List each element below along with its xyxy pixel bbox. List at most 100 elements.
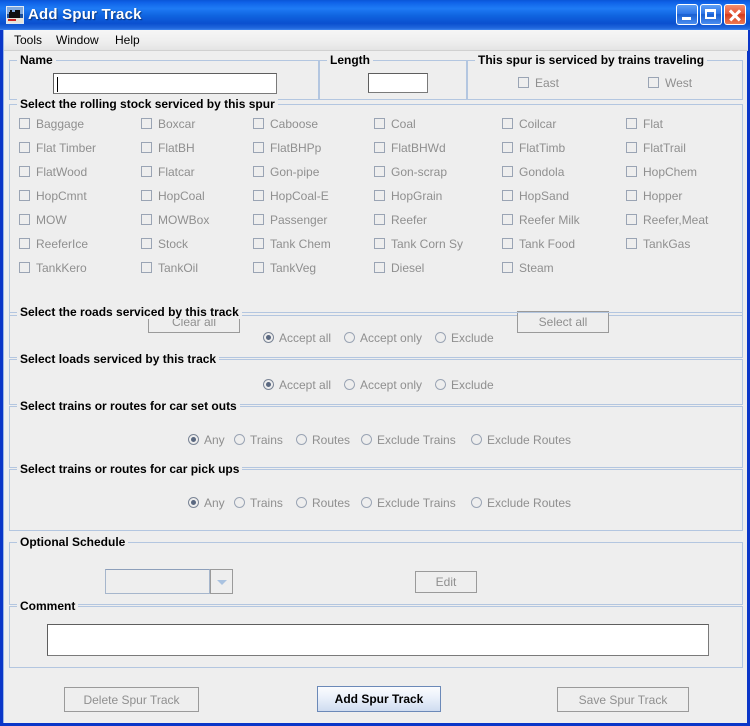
close-button[interactable] xyxy=(724,4,746,25)
maximize-icon xyxy=(705,9,716,19)
checkbox-label: TankVeg xyxy=(270,259,316,277)
delete-spur-track-button[interactable]: Delete Spur Track xyxy=(64,687,199,712)
checkbox-box xyxy=(253,142,264,153)
checkbox-label: ReeferIce xyxy=(36,235,88,253)
add-spur-track-button[interactable]: Add Spur Track xyxy=(317,686,441,712)
checkbox-box xyxy=(518,77,529,88)
direction-panel-title: This spur is serviced by trains travelin… xyxy=(475,53,707,67)
checkbox-box xyxy=(141,214,152,225)
window-title: Add Spur Track xyxy=(28,0,142,30)
checkbox-box xyxy=(141,190,152,201)
checkbox-box xyxy=(141,118,152,129)
checkbox-box xyxy=(626,166,637,177)
checkbox-label: HopSand xyxy=(519,187,569,205)
checkbox-box xyxy=(374,262,385,273)
radio-ring xyxy=(361,434,372,445)
radio-label: Trains xyxy=(250,431,283,449)
checkbox-label: FlatBHPp xyxy=(270,139,321,157)
radio-label: Accept only xyxy=(360,376,422,394)
comment-panel: Comment xyxy=(9,606,743,668)
checkbox-label: West xyxy=(665,74,692,92)
checkbox-label: TankKero xyxy=(36,259,87,277)
maximize-button[interactable] xyxy=(700,4,722,25)
checkbox-box xyxy=(626,118,637,129)
checkbox-box xyxy=(141,166,152,177)
checkbox-box xyxy=(19,214,30,225)
checkbox-box xyxy=(19,238,30,249)
radio-label: Any xyxy=(204,431,225,449)
checkbox-label: Tank Chem xyxy=(270,235,331,253)
checkbox-label: MOWBox xyxy=(158,211,209,229)
edit-schedule-button[interactable]: Edit xyxy=(415,571,477,593)
radio-label: Exclude Trains xyxy=(377,431,456,449)
client-area: Tools Window Help Name Length This spur … xyxy=(3,30,747,723)
menu-tools[interactable]: Tools xyxy=(8,30,48,51)
minimize-icon xyxy=(682,17,691,20)
loads-panel-title: Select loads serviced by this track xyxy=(17,352,219,366)
checkbox-box xyxy=(626,190,637,201)
checkbox-box xyxy=(141,238,152,249)
menu-bar: Tools Window Help xyxy=(4,30,748,51)
save-spur-track-button[interactable]: Save Spur Track xyxy=(557,687,689,712)
minimize-button[interactable] xyxy=(676,4,698,25)
checkbox-box xyxy=(253,190,264,201)
checkbox-box xyxy=(374,190,385,201)
menu-help[interactable]: Help xyxy=(109,30,146,51)
checkbox-box xyxy=(626,238,637,249)
checkbox-box xyxy=(253,262,264,273)
checkbox-box xyxy=(502,262,513,273)
length-input[interactable] xyxy=(368,73,428,93)
checkbox-box xyxy=(502,166,513,177)
name-panel: Name xyxy=(9,60,319,100)
checkbox-box xyxy=(19,142,30,153)
checkbox-box xyxy=(19,262,30,273)
checkbox-label: Gondola xyxy=(519,163,564,181)
radio-ring xyxy=(296,434,307,445)
radio-ring xyxy=(361,497,372,508)
chevron-down-icon[interactable] xyxy=(210,569,233,594)
checkbox-box xyxy=(374,166,385,177)
checkbox-label: HopGrain xyxy=(391,187,442,205)
roads-panel-title: Select the roads serviced by this track xyxy=(17,305,242,319)
radio-ring xyxy=(471,497,482,508)
radio-ring xyxy=(234,497,245,508)
rolling-stock-panel: Select the rolling stock serviced by thi… xyxy=(9,104,743,316)
checkbox-label: Flat xyxy=(643,115,663,133)
checkbox-box xyxy=(19,166,30,177)
checkbox-label: Reefer xyxy=(391,211,427,229)
name-input[interactable] xyxy=(53,73,277,94)
checkbox-label: Caboose xyxy=(270,115,318,133)
comment-input[interactable] xyxy=(47,624,709,656)
checkbox-label: Coal xyxy=(391,115,416,133)
checkbox-label: TankGas xyxy=(643,235,690,253)
checkbox-label: HopCoal xyxy=(158,187,205,205)
radio-label: Routes xyxy=(312,494,350,512)
radio-label: Any xyxy=(204,494,225,512)
checkbox-label: Gon-pipe xyxy=(270,163,319,181)
locomotive-icon xyxy=(6,6,24,24)
length-panel: Length xyxy=(319,60,467,100)
radio-ring xyxy=(296,497,307,508)
checkbox-box xyxy=(141,262,152,273)
checkbox-label: Flatcar xyxy=(158,163,195,181)
checkbox-label: Tank Corn Sy xyxy=(391,235,463,253)
checkbox-box xyxy=(374,214,385,225)
checkbox-box xyxy=(502,190,513,201)
menu-window[interactable]: Window xyxy=(50,30,105,51)
checkbox-label: Boxcar xyxy=(158,115,195,133)
checkbox-box xyxy=(19,118,30,129)
radio-ring xyxy=(435,332,446,343)
schedule-combobox[interactable] xyxy=(105,569,233,594)
checkbox-box xyxy=(374,142,385,153)
radio-label: Accept only xyxy=(360,329,422,347)
radio-ring xyxy=(344,332,355,343)
checkbox-box xyxy=(374,238,385,249)
schedule-panel: Optional Schedule Edit xyxy=(9,542,743,605)
radio-label: Accept all xyxy=(279,329,331,347)
checkbox-label: Flat Timber xyxy=(36,139,96,157)
checkbox-label: HopChem xyxy=(643,163,697,181)
radio-label: Routes xyxy=(312,431,350,449)
checkbox-label: HopCoal-E xyxy=(270,187,329,205)
checkbox-label: Diesel xyxy=(391,259,424,277)
radio-label: Exclude Routes xyxy=(487,431,571,449)
